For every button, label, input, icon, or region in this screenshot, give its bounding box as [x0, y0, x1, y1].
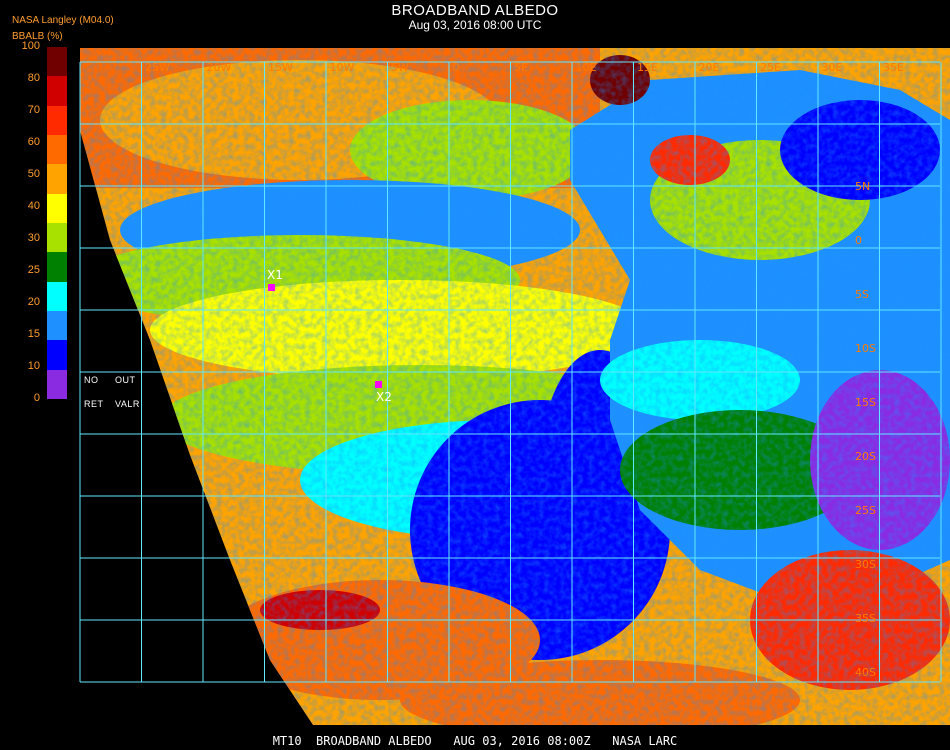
albedo-field: [80, 48, 950, 725]
site-marker-1-square: [268, 284, 275, 291]
longitude-label: 30E: [822, 61, 843, 74]
longitude-label: 10W: [330, 61, 355, 74]
longitude-label: 25E: [760, 61, 781, 74]
longitude-label: 20W: [207, 61, 232, 74]
latitude-label: 5S: [855, 288, 869, 301]
longitude-label: 20E: [699, 61, 720, 74]
site-marker-2-square: [375, 381, 382, 388]
albedo-map[interactable]: 25W 20W 15W 10W 5W 0 5E 10E 15E 20E 25E 30E 35E 5N 0 5S…: [0, 0, 950, 750]
latitude-label: 40S: [855, 666, 876, 679]
longitude-label: 25W: [145, 61, 170, 74]
longitude-label: 5W: [391, 61, 409, 74]
longitude-label: 0: [453, 61, 460, 74]
longitude-label: 35E: [883, 61, 904, 74]
latitude-label: 30S: [855, 558, 876, 571]
longitude-label: 15W: [268, 61, 293, 74]
latitude-label: 5N: [855, 180, 870, 193]
latitude-label: 0: [855, 234, 862, 247]
site-marker-1-label: X1: [267, 268, 283, 282]
longitude-label: 15E: [637, 61, 658, 74]
site-marker-2-label: X2: [376, 390, 392, 404]
longitude-label: 10E: [576, 61, 597, 74]
latitude-label: 35S: [855, 612, 876, 625]
latitude-label: 10S: [855, 342, 876, 355]
longitude-label: 5E: [514, 61, 528, 74]
latitude-label: 15S: [855, 396, 876, 409]
latitude-label: 25S: [855, 504, 876, 517]
footer-caption: MT10 BROADBAND ALBEDO AUG 03, 2016 08:00…: [272, 734, 678, 748]
latitude-label: 20S: [855, 450, 876, 463]
